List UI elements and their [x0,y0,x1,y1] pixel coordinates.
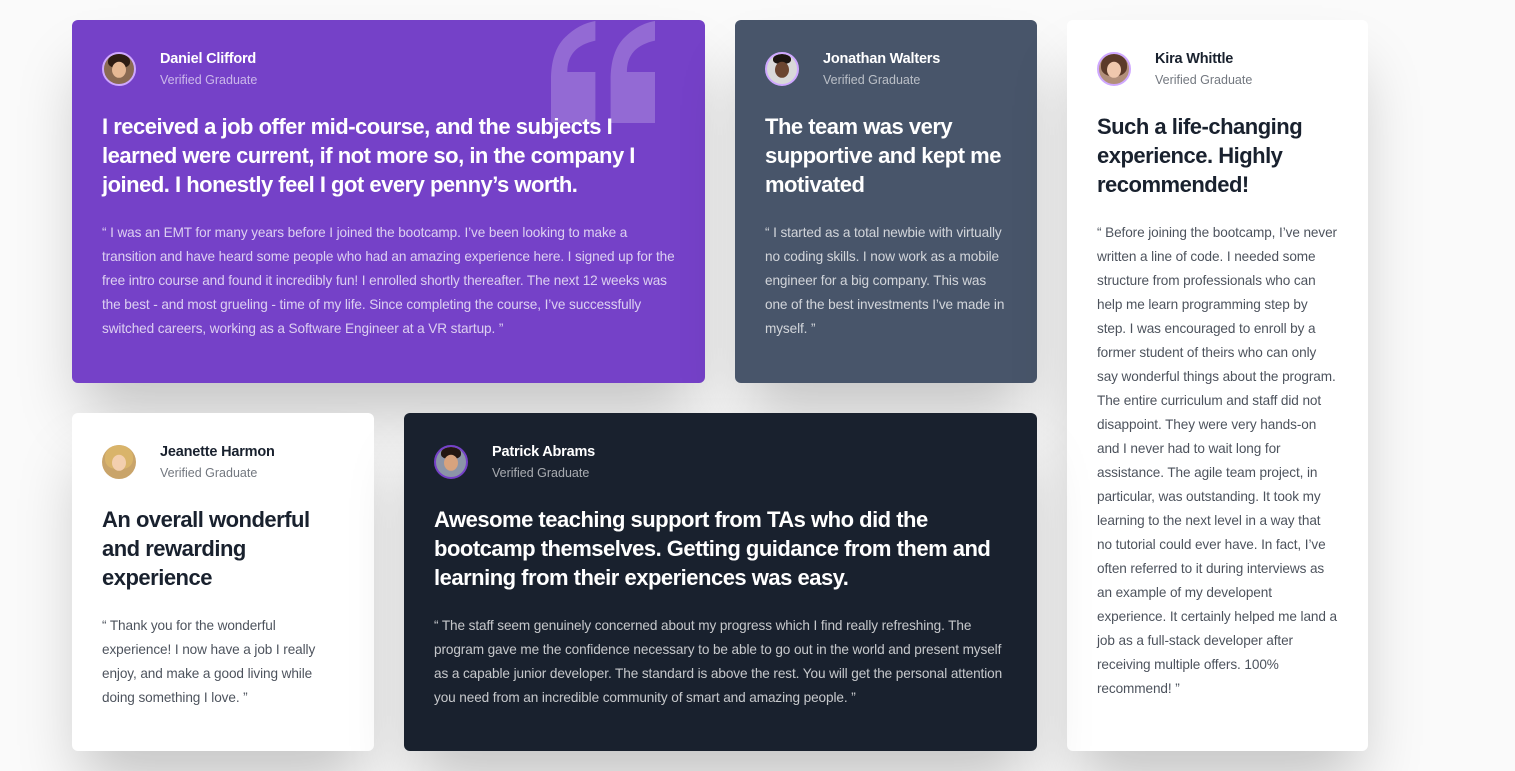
author-role: Verified Graduate [1155,73,1253,87]
author-info: Patrick Abrams Verified Graduate [434,443,1007,481]
testimonial-card-daniel: Daniel Clifford Verified Graduate I rece… [72,20,705,383]
author-info: Kira Whittle Verified Graduate [1097,50,1338,88]
testimonial-card-jonathan: Jonathan Walters Verified Graduate The t… [735,20,1037,383]
testimonial-headline: I received a job offer mid-course, and t… [102,114,635,197]
testimonial-headline: An overall wonderful and rewarding exper… [102,507,310,590]
testimonials-grid: Daniel Clifford Verified Graduate I rece… [0,0,1515,771]
testimonial-headline: Such a life-changing experience. Highly … [1097,114,1303,197]
author-name: Daniel Clifford [160,51,257,67]
testimonial-card-kira: Kira Whittle Verified Graduate Such a li… [1067,20,1368,751]
author-name: Jonathan Walters [823,51,941,67]
testimonial-body: “ The staff seem genuinely concerned abo… [434,618,1003,705]
testimonial-card-jeanette: Jeanette Harmon Verified Graduate An ove… [72,413,374,751]
avatar-patrick [434,445,468,479]
author-name: Jeanette Harmon [160,444,275,460]
testimonial-body: “ I started as a total newbie with virtu… [765,225,1005,336]
author-name: Patrick Abrams [492,444,596,460]
author-info: Jonathan Walters Verified Graduate [765,50,1007,88]
testimonial-headline: The team was very supportive and kept me… [765,114,1001,197]
author-role: Verified Graduate [492,466,590,480]
author-info: Daniel Clifford Verified Graduate [102,50,675,88]
testimonial-body: “ Before joining the bootcamp, I’ve neve… [1097,225,1337,696]
avatar-daniel [102,52,136,86]
avatar-jonathan [765,52,799,86]
author-role: Verified Graduate [160,466,258,480]
avatar-kira [1097,52,1131,86]
testimonial-body: “ I was an EMT for many years before I j… [102,225,675,336]
author-role: Verified Graduate [160,73,258,87]
testimonial-card-patrick: Patrick Abrams Verified Graduate Awesome… [404,413,1037,751]
author-info: Jeanette Harmon Verified Graduate [102,443,344,481]
avatar-jeanette [102,445,136,479]
testimonial-body: “ Thank you for the wonderful experience… [102,618,316,705]
testimonial-headline: Awesome teaching support from TAs who di… [434,507,991,590]
author-role: Verified Graduate [823,73,921,87]
author-name: Kira Whittle [1155,51,1234,67]
